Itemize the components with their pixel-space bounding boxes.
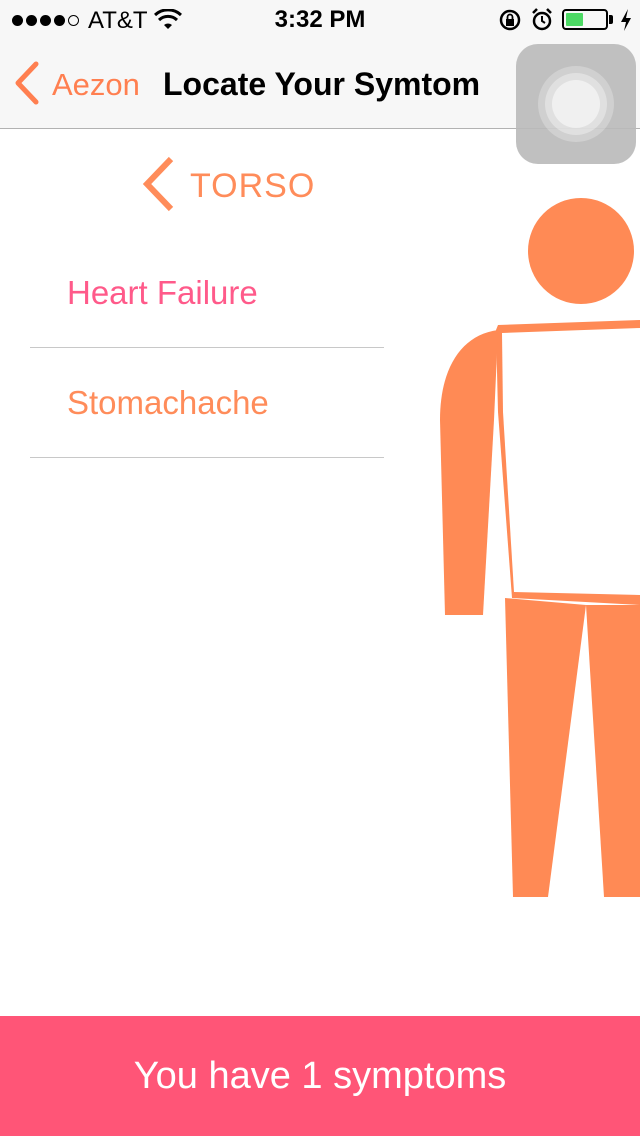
figure-left-arm [440,330,498,615]
symptom-count-bar[interactable]: You have 1 symptoms [0,1016,640,1136]
body-figure [440,198,640,897]
symptom-count-text: You have 1 symptoms [133,1054,507,1097]
figure-right-leg [586,605,640,897]
figure-left-leg [505,598,586,897]
figure-torso-highlight [502,328,640,595]
figure-head [528,198,634,304]
